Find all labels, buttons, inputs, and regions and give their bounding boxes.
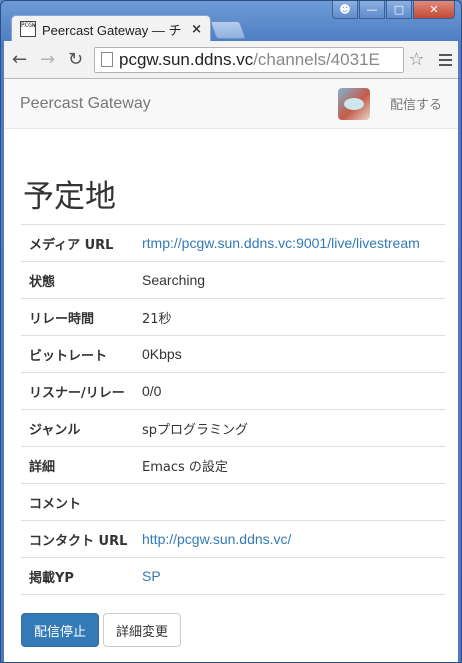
row-value-cell: http://pcgw.sun.ddns.vc/: [134, 521, 445, 558]
main-container: 予定地 メディア URL rtmp://pcgw.sun.ddns.vc:9001…: [4, 171, 458, 647]
new-tab-button[interactable]: [209, 21, 247, 39]
row-label: コンタクト URL: [29, 533, 128, 549]
reload-icon[interactable]: ↻: [63, 47, 88, 73]
browser-tab[interactable]: PCGW Peercast Gateway — チ ×: [11, 15, 211, 42]
row-value-cell: Searching: [142, 272, 206, 288]
maximize-button[interactable]: □: [386, 1, 412, 19]
tab-title: Peercast Gateway — チ: [42, 22, 182, 38]
address-bar[interactable]: pcgw.sun.ddns.vc/channels/4031E: [94, 46, 404, 73]
url-host: pcgw.sun.ddns.vc: [119, 49, 254, 69]
table-row: リレー時間 21秒: [21, 298, 445, 336]
row-value-cell: Emacs の設定: [142, 459, 228, 475]
back-arrow-icon[interactable]: ←: [7, 47, 32, 73]
row-value-cell: 0Kbps: [142, 346, 182, 362]
row-value-cell: SP: [134, 558, 445, 595]
row-label: 状態: [29, 274, 56, 290]
row-label: ビットレート: [29, 348, 108, 364]
browser-toolbar: ← → ↻ pcgw.sun.ddns.vc/channels/4031E ☆: [4, 41, 458, 79]
favicon-icon: PCGW: [20, 21, 36, 37]
navbar-brand[interactable]: Peercast Gateway: [20, 95, 338, 113]
navbar: Peercast Gateway 配信する: [4, 79, 458, 129]
row-label: 詳細: [29, 459, 56, 475]
table-row: ビットレート 0Kbps: [21, 335, 445, 373]
row-label: リスナー/リレー: [29, 385, 125, 401]
page-content: Peercast Gateway 配信する 予定地 メディア URL rtmp:/…: [4, 79, 458, 662]
row-value-cell: rtmp://pcgw.sun.ddns.vc:9001/live/livest…: [134, 225, 445, 262]
browser-window: ☻ — □ ✕ PCGW Peercast Gateway — チ × ← → …: [0, 0, 462, 663]
tab-close-icon[interactable]: ×: [191, 22, 202, 37]
page-title: 予定地: [23, 179, 116, 215]
row-value-link[interactable]: http://pcgw.sun.ddns.vc/: [142, 531, 291, 547]
row-value-cell: [134, 484, 445, 521]
row-label: メディア URL: [29, 237, 114, 253]
edit-details-button[interactable]: 詳細変更: [103, 613, 182, 647]
channel-info-table: メディア URL rtmp://pcgw.sun.ddns.vc:9001/liv…: [21, 224, 445, 595]
table-row: ジャンル spプログラミング: [21, 409, 445, 447]
row-value-cell: 0/0: [142, 383, 162, 399]
minimize-button[interactable]: —: [359, 1, 385, 19]
table-row: メディア URL rtmp://pcgw.sun.ddns.vc:9001/liv…: [21, 224, 445, 262]
menu-icon[interactable]: [433, 53, 458, 66]
avatar[interactable]: [337, 87, 370, 120]
table-row: 状態 Searching: [21, 261, 445, 299]
close-window-button[interactable]: ✕: [413, 1, 455, 19]
row-label: ジャンル: [29, 422, 81, 438]
bookmark-star-icon[interactable]: ☆: [404, 49, 429, 70]
row-value-link[interactable]: SP: [142, 568, 161, 584]
url-text: pcgw.sun.ddns.vc/channels/4031E: [119, 50, 380, 70]
broadcast-link[interactable]: 配信する: [390, 94, 442, 113]
url-path: /channels/4031E: [253, 49, 380, 69]
row-value-link[interactable]: rtmp://pcgw.sun.ddns.vc:9001/live/livest…: [142, 235, 420, 251]
row-label: リレー時間: [29, 311, 95, 327]
table-row: コメント: [21, 483, 445, 521]
stop-broadcast-button[interactable]: 配信停止: [21, 613, 100, 647]
window-controls: ☻ — □ ✕: [331, 1, 455, 21]
user-icon[interactable]: ☻: [332, 1, 358, 19]
table-row: 掲載YP SP: [21, 557, 445, 595]
forward-arrow-icon[interactable]: →: [35, 47, 60, 73]
table-row: コンタクト URL http://pcgw.sun.ddns.vc/: [21, 520, 445, 558]
table-row: リスナー/リレー 0/0: [21, 372, 445, 410]
table-row: 詳細 Emacs の設定: [21, 446, 445, 484]
page-icon: [101, 52, 113, 67]
row-value-cell: spプログラミング: [142, 422, 249, 438]
row-value-cell: 21秒: [142, 311, 172, 327]
row-label: コメント: [29, 496, 82, 512]
row-label: 掲載YP: [29, 570, 74, 586]
action-buttons: 配信停止 詳細変更: [21, 613, 443, 647]
